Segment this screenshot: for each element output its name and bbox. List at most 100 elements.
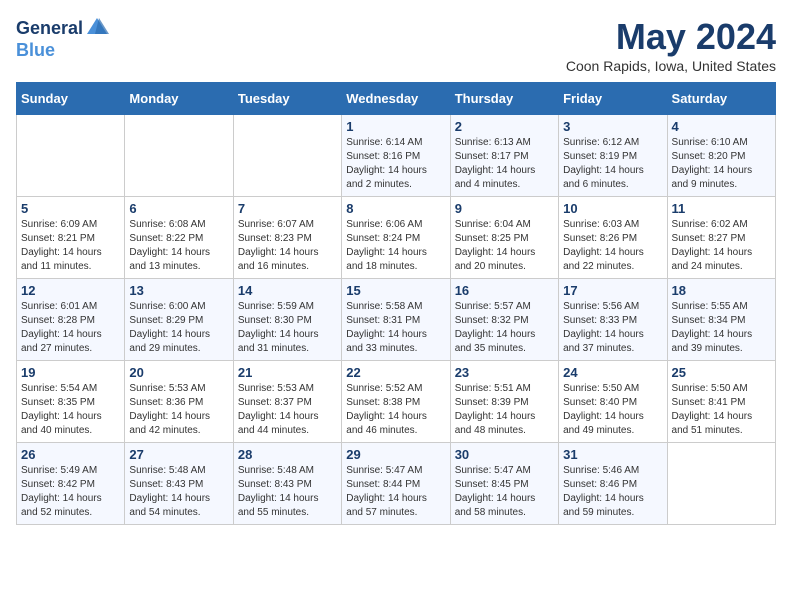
day-number: 14 bbox=[238, 283, 337, 298]
day-number: 2 bbox=[455, 119, 554, 134]
calendar-cell bbox=[233, 115, 341, 197]
day-info: Sunrise: 5:48 AMSunset: 8:43 PMDaylight:… bbox=[238, 464, 337, 520]
weekday-header: Monday bbox=[125, 83, 233, 115]
calendar-cell: 17 Sunrise: 5:56 AMSunset: 8:33 PMDayligh… bbox=[559, 279, 667, 361]
day-info: Sunrise: 5:48 AMSunset: 8:43 PMDaylight:… bbox=[129, 464, 228, 520]
day-number: 1 bbox=[346, 119, 445, 134]
calendar-week-row: 12 Sunrise: 6:01 AMSunset: 8:28 PMDayligh… bbox=[17, 279, 776, 361]
weekday-header: Tuesday bbox=[233, 83, 341, 115]
day-info: Sunrise: 5:47 AMSunset: 8:45 PMDaylight:… bbox=[455, 464, 554, 520]
calendar-cell: 4Sunrise: 6:10 AMSunset: 8:20 PMDaylight… bbox=[667, 115, 775, 197]
calendar-week-row: 19Sunrise: 5:54 AMSunset: 8:35 PMDayligh… bbox=[17, 361, 776, 443]
day-info: Sunrise: 6:06 AMSunset: 8:24 PMDaylight:… bbox=[346, 218, 445, 274]
calendar-cell: 12 Sunrise: 6:01 AMSunset: 8:28 PMDayligh… bbox=[17, 279, 125, 361]
day-info: Sunrise: 5:53 AMSunset: 8:36 PMDaylight:… bbox=[129, 382, 228, 438]
day-number: 6 bbox=[129, 201, 228, 216]
calendar-cell bbox=[17, 115, 125, 197]
day-info: Sunrise: 6:04 AMSunset: 8:25 PMDaylight:… bbox=[455, 218, 554, 274]
day-number: 17 bbox=[563, 283, 662, 298]
day-info: Sunrise: 5:52 AMSunset: 8:38 PMDaylight:… bbox=[346, 382, 445, 438]
day-info: Sunrise: 5:47 AMSunset: 8:44 PMDaylight:… bbox=[346, 464, 445, 520]
day-number: 7 bbox=[238, 201, 337, 216]
calendar-cell: 27 Sunrise: 5:48 AMSunset: 8:43 PMDayligh… bbox=[125, 443, 233, 525]
day-number: 10 bbox=[563, 201, 662, 216]
day-info: Sunrise: 6:01 AMSunset: 8:28 PMDaylight:… bbox=[21, 300, 120, 356]
day-number: 5 bbox=[21, 201, 120, 216]
day-info: Sunrise: 6:13 AMSunset: 8:17 PMDaylight:… bbox=[455, 136, 554, 192]
calendar-cell: 23 Sunrise: 5:51 AMSunset: 8:39 PMDayligh… bbox=[450, 361, 558, 443]
title-area: May 2024 Coon Rapids, Iowa, United State… bbox=[566, 16, 776, 74]
day-number: 21 bbox=[238, 365, 337, 380]
calendar-cell: 28 Sunrise: 5:48 AMSunset: 8:43 PMDayligh… bbox=[233, 443, 341, 525]
day-info: Sunrise: 5:59 AMSunset: 8:30 PMDaylight:… bbox=[238, 300, 337, 356]
calendar-cell: 30Sunrise: 5:47 AMSunset: 8:45 PMDayligh… bbox=[450, 443, 558, 525]
calendar-cell: 2 Sunrise: 6:13 AMSunset: 8:17 PMDaylight… bbox=[450, 115, 558, 197]
calendar-cell: 21 Sunrise: 5:53 AMSunset: 8:37 PMDayligh… bbox=[233, 361, 341, 443]
day-info: Sunrise: 6:14 AMSunset: 8:16 PMDaylight:… bbox=[346, 136, 445, 192]
calendar-cell: 1 Sunrise: 6:14 AMSunset: 8:16 PMDaylight… bbox=[342, 115, 450, 197]
calendar-header-row: SundayMondayTuesdayWednesdayThursdayFrid… bbox=[17, 83, 776, 115]
day-number: 16 bbox=[455, 283, 554, 298]
page-header: General Blue May 2024 Coon Rapids, Iowa,… bbox=[16, 16, 776, 74]
calendar-cell bbox=[125, 115, 233, 197]
day-info: Sunrise: 6:10 AMSunset: 8:20 PMDaylight:… bbox=[672, 136, 771, 192]
calendar-cell: 29 Sunrise: 5:47 AMSunset: 8:44 PMDayligh… bbox=[342, 443, 450, 525]
day-number: 26 bbox=[21, 447, 120, 462]
calendar-cell: 9 Sunrise: 6:04 AMSunset: 8:25 PMDaylight… bbox=[450, 197, 558, 279]
day-number: 19 bbox=[21, 365, 120, 380]
calendar-table: SundayMondayTuesdayWednesdayThursdayFrid… bbox=[16, 82, 776, 525]
day-number: 8 bbox=[346, 201, 445, 216]
calendar-cell: 18Sunrise: 5:55 AMSunset: 8:34 PMDayligh… bbox=[667, 279, 775, 361]
day-number: 27 bbox=[129, 447, 228, 462]
calendar-week-row: 1 Sunrise: 6:14 AMSunset: 8:16 PMDaylight… bbox=[17, 115, 776, 197]
calendar-cell: 20Sunrise: 5:53 AMSunset: 8:36 PMDayligh… bbox=[125, 361, 233, 443]
calendar-cell: 25Sunrise: 5:50 AMSunset: 8:41 PMDayligh… bbox=[667, 361, 775, 443]
calendar-cell: 10 Sunrise: 6:03 AMSunset: 8:26 PMDayligh… bbox=[559, 197, 667, 279]
calendar-cell: 22Sunrise: 5:52 AMSunset: 8:38 PMDayligh… bbox=[342, 361, 450, 443]
calendar-cell: 31 Sunrise: 5:46 AMSunset: 8:46 PMDayligh… bbox=[559, 443, 667, 525]
day-number: 23 bbox=[455, 365, 554, 380]
weekday-header: Thursday bbox=[450, 83, 558, 115]
day-info: Sunrise: 6:08 AMSunset: 8:22 PMDaylight:… bbox=[129, 218, 228, 274]
logo-blue-text: Blue bbox=[16, 40, 55, 60]
weekday-header: Friday bbox=[559, 83, 667, 115]
day-number: 11 bbox=[672, 201, 771, 216]
logo-general-text: General bbox=[16, 18, 83, 39]
day-info: Sunrise: 6:09 AMSunset: 8:21 PMDaylight:… bbox=[21, 218, 120, 274]
day-number: 3 bbox=[563, 119, 662, 134]
day-number: 9 bbox=[455, 201, 554, 216]
day-info: Sunrise: 5:53 AMSunset: 8:37 PMDaylight:… bbox=[238, 382, 337, 438]
calendar-cell: 19Sunrise: 5:54 AMSunset: 8:35 PMDayligh… bbox=[17, 361, 125, 443]
calendar-cell: 8 Sunrise: 6:06 AMSunset: 8:24 PMDaylight… bbox=[342, 197, 450, 279]
month-title: May 2024 bbox=[566, 16, 776, 58]
calendar-cell: 11Sunrise: 6:02 AMSunset: 8:27 PMDayligh… bbox=[667, 197, 775, 279]
day-number: 31 bbox=[563, 447, 662, 462]
calendar-cell: 24 Sunrise: 5:50 AMSunset: 8:40 PMDayligh… bbox=[559, 361, 667, 443]
day-number: 24 bbox=[563, 365, 662, 380]
day-info: Sunrise: 6:03 AMSunset: 8:26 PMDaylight:… bbox=[563, 218, 662, 274]
calendar-cell: 15 Sunrise: 5:58 AMSunset: 8:31 PMDayligh… bbox=[342, 279, 450, 361]
day-number: 25 bbox=[672, 365, 771, 380]
weekday-header: Wednesday bbox=[342, 83, 450, 115]
day-number: 13 bbox=[129, 283, 228, 298]
day-number: 29 bbox=[346, 447, 445, 462]
calendar-cell bbox=[667, 443, 775, 525]
calendar-cell: 7Sunrise: 6:07 AMSunset: 8:23 PMDaylight… bbox=[233, 197, 341, 279]
day-info: Sunrise: 5:58 AMSunset: 8:31 PMDaylight:… bbox=[346, 300, 445, 356]
day-info: Sunrise: 5:57 AMSunset: 8:32 PMDaylight:… bbox=[455, 300, 554, 356]
weekday-header: Saturday bbox=[667, 83, 775, 115]
calendar-cell: 16 Sunrise: 5:57 AMSunset: 8:32 PMDayligh… bbox=[450, 279, 558, 361]
day-info: Sunrise: 5:55 AMSunset: 8:34 PMDaylight:… bbox=[672, 300, 771, 356]
day-number: 15 bbox=[346, 283, 445, 298]
day-number: 28 bbox=[238, 447, 337, 462]
calendar-cell: 13 Sunrise: 6:00 AMSunset: 8:29 PMDayligh… bbox=[125, 279, 233, 361]
logo: General Blue bbox=[16, 16, 109, 61]
day-number: 12 bbox=[21, 283, 120, 298]
day-info: Sunrise: 5:51 AMSunset: 8:39 PMDaylight:… bbox=[455, 382, 554, 438]
day-info: Sunrise: 6:12 AMSunset: 8:19 PMDaylight:… bbox=[563, 136, 662, 192]
day-info: Sunrise: 5:56 AMSunset: 8:33 PMDaylight:… bbox=[563, 300, 662, 356]
calendar-cell: 26Sunrise: 5:49 AMSunset: 8:42 PMDayligh… bbox=[17, 443, 125, 525]
day-info: Sunrise: 5:46 AMSunset: 8:46 PMDaylight:… bbox=[563, 464, 662, 520]
day-info: Sunrise: 5:50 AMSunset: 8:40 PMDaylight:… bbox=[563, 382, 662, 438]
day-info: Sunrise: 6:00 AMSunset: 8:29 PMDaylight:… bbox=[129, 300, 228, 356]
